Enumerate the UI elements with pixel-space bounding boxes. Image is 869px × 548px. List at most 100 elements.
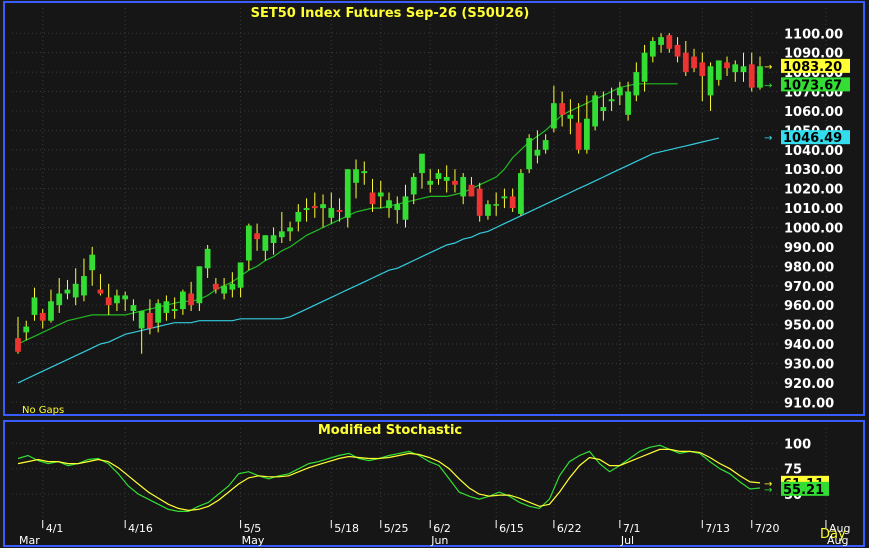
candle-body	[287, 227, 293, 232]
candle-body	[31, 297, 38, 315]
candle-body	[740, 66, 747, 73]
candle-body	[336, 210, 343, 212]
candle-body	[518, 173, 524, 214]
month-label: Jun	[430, 534, 448, 547]
candle-body	[262, 235, 269, 251]
candle-body	[410, 176, 417, 195]
candle-body	[254, 233, 260, 240]
candle-body	[328, 208, 335, 218]
price-tick-label: 930.00	[784, 357, 834, 372]
candle-body	[501, 196, 508, 199]
candle-body	[245, 225, 252, 261]
candle-body	[270, 235, 277, 244]
candle-body	[666, 35, 673, 49]
candle-body	[757, 66, 763, 88]
badge-arrow: →	[764, 62, 772, 73]
date-tick-label: 6/15	[499, 522, 524, 535]
candle-body	[212, 283, 219, 290]
candle-body	[493, 204, 500, 206]
candle-body	[616, 87, 623, 96]
candle-body	[204, 248, 211, 269]
candle-body	[633, 72, 640, 96]
candle-body	[89, 254, 96, 271]
date-tick-label: 5/18	[334, 522, 359, 535]
candle-body	[295, 211, 302, 222]
candle-body	[583, 118, 590, 150]
stochastic-tick-label: 75	[784, 463, 802, 478]
stochastic-chart-title: Modified Stochastic	[318, 423, 462, 438]
candle-body	[303, 208, 310, 210]
candle-body	[229, 283, 236, 290]
candle-body	[353, 169, 359, 183]
candle-body	[369, 192, 376, 205]
price-tick-label: 1060.00	[784, 105, 843, 120]
candle-body	[724, 62, 730, 69]
candle-body	[56, 293, 63, 306]
candle-body	[361, 171, 368, 174]
candle-body	[23, 326, 30, 333]
price-tick-label: 990.00	[784, 241, 834, 256]
candle-body	[443, 176, 450, 181]
candle-body	[641, 52, 648, 82]
candle-body	[39, 312, 46, 321]
candle-body	[114, 295, 120, 304]
candle-body	[551, 103, 557, 129]
candle-body	[468, 184, 475, 197]
price-tick-label: 1030.00	[784, 163, 843, 178]
badge-arrow: →	[764, 80, 772, 91]
candle-body	[344, 169, 351, 218]
candle-body	[72, 283, 79, 298]
candle-body	[163, 301, 170, 313]
candle-body	[526, 138, 533, 170]
candle-body	[534, 149, 541, 156]
badge-value: 55.21	[783, 483, 824, 498]
candle-body	[155, 303, 162, 323]
candle-body	[658, 37, 664, 45]
price-tick-label: 1010.00	[784, 202, 843, 217]
candle	[518, 169, 524, 216]
candle-body	[130, 305, 137, 311]
candle-body	[476, 188, 483, 216]
candle-body	[625, 91, 631, 115]
candle-body	[138, 311, 145, 329]
date-tick-label: 7/20	[755, 522, 780, 535]
candle-body	[278, 231, 285, 238]
date-tick-label: 5/25	[384, 522, 409, 535]
candle-body	[427, 180, 434, 185]
candle-body	[575, 122, 582, 150]
candle-body	[600, 107, 607, 111]
candle-body	[320, 204, 326, 209]
date-tick-label: 6/22	[557, 522, 582, 535]
candle-body	[707, 66, 714, 96]
price-tick-label: 920.00	[784, 377, 834, 392]
chart-window: 910.00 920.00 930.00 940.00 950.00 960.00 970.…	[3, 1, 865, 547]
price-tick-label: 980.00	[784, 260, 834, 275]
candle-body	[171, 309, 178, 311]
date-tick-label: 4/1	[46, 522, 64, 535]
candle-body	[188, 293, 195, 306]
candle-body	[419, 153, 425, 174]
price-tick-label: 1100.00	[784, 27, 843, 42]
price-tick-label: 950.00	[784, 319, 834, 334]
date-tick-label: 7/13	[705, 522, 730, 535]
price-tick-label: 970.00	[784, 280, 834, 295]
candle-body	[97, 289, 104, 294]
month-label: May	[242, 534, 265, 547]
candle-body	[81, 276, 87, 296]
candle-body	[122, 295, 129, 300]
candle-body	[699, 62, 706, 76]
candle-body	[105, 297, 112, 306]
candle-body	[64, 289, 71, 294]
month-label: Jul	[620, 534, 634, 547]
no-gaps-note: No Gaps	[22, 405, 64, 416]
candle-body	[221, 285, 227, 294]
badge-arrow: →	[764, 485, 772, 496]
price-tick-label: 910.00	[784, 396, 834, 411]
price-tick-label: 940.00	[784, 338, 834, 353]
candle-body	[15, 338, 21, 352]
candle-body	[386, 200, 392, 209]
candle-body	[715, 60, 722, 80]
date-tick-label: 4/16	[128, 522, 153, 535]
candle-body	[452, 180, 458, 185]
candle-body	[748, 64, 755, 88]
